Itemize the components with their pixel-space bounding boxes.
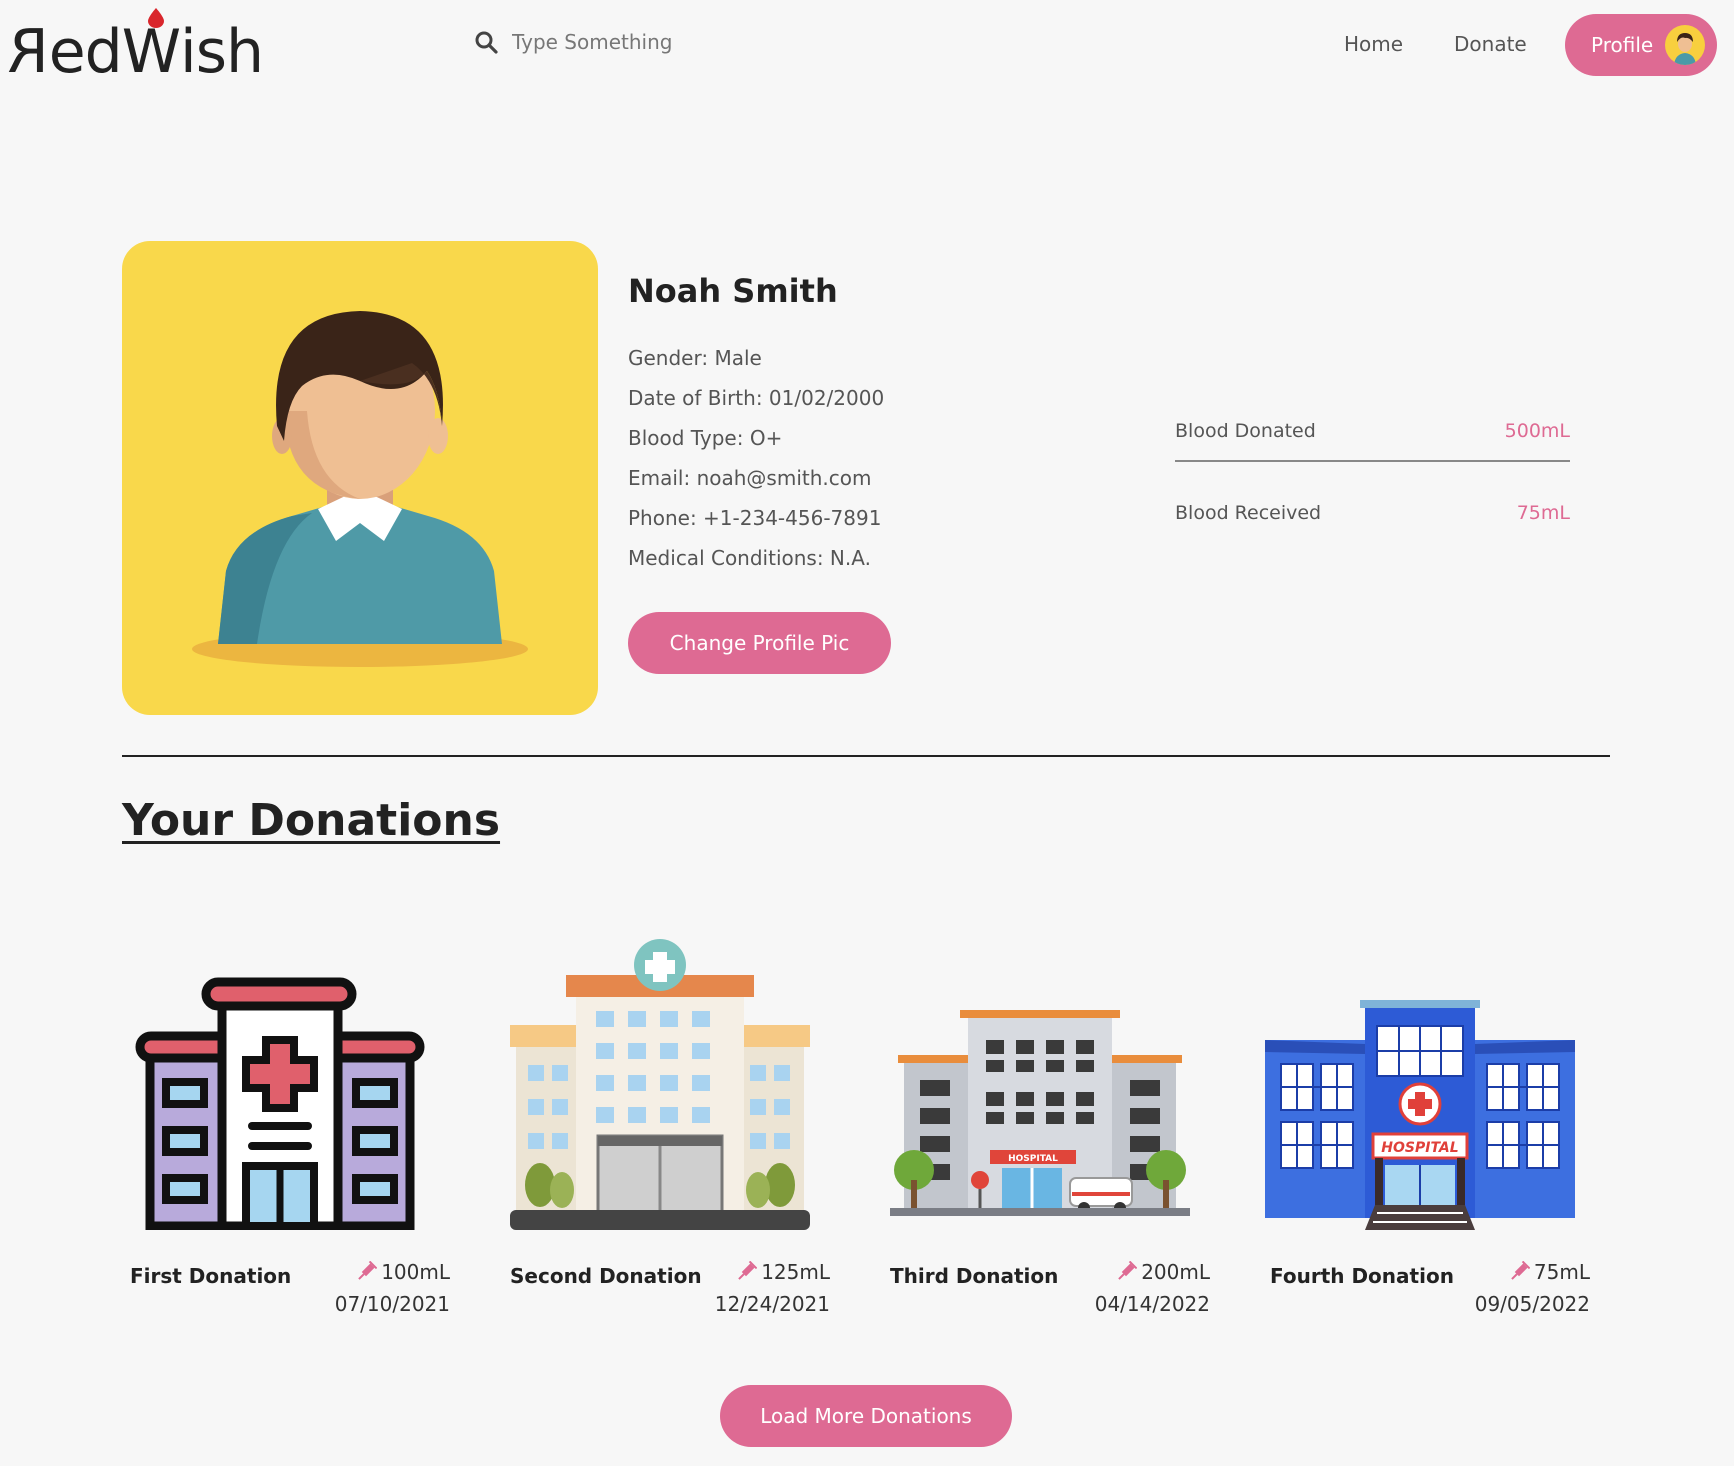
- logo-text-ish: ish: [180, 17, 264, 87]
- profile-blood-type: Blood Type: O+: [628, 426, 783, 450]
- user-avatar-illustration: [192, 311, 528, 667]
- syringe-icon: [1511, 1261, 1530, 1280]
- profile-medical-conditions: Medical Conditions: N.A.: [628, 546, 871, 570]
- blood-received-value: 75mL: [1516, 502, 1570, 524]
- nav-home-link[interactable]: Home: [1344, 32, 1403, 56]
- search-bar[interactable]: [474, 30, 772, 54]
- donation-amount-value: 125mL: [761, 1260, 830, 1284]
- blood-received-label: Blood Received: [1175, 502, 1322, 524]
- donation-amount-value: 75mL: [1533, 1260, 1590, 1284]
- section-divider: [122, 755, 1610, 757]
- blood-received-row: Blood Received 75mL: [1175, 502, 1570, 542]
- donations-section-title: Your Donations: [122, 795, 501, 846]
- search-input[interactable]: [512, 30, 772, 54]
- donation-date: 07/10/2021: [334, 1292, 450, 1316]
- donation-card[interactable]: First Donation 100mL 07/10/2021: [110, 930, 450, 1316]
- redwish-logo[interactable]: Red Wish: [8, 8, 264, 87]
- donation-amount-value: 100mL: [381, 1260, 450, 1284]
- hospital-ambulance-icon: HOSPITAL: [890, 1010, 1190, 1216]
- donation-date: 04/14/2022: [1094, 1292, 1210, 1316]
- donation-image: [490, 930, 830, 1230]
- donation-image: HOSPITAL: [1250, 930, 1590, 1230]
- donation-card[interactable]: Second Donation 125mL 12/24/2021: [490, 930, 830, 1316]
- hospital-outline-icon: [135, 977, 425, 1230]
- change-profile-pic-button[interactable]: Change Profile Pic: [628, 612, 891, 674]
- user-avatar-icon: [1674, 33, 1696, 65]
- blood-drop-icon: [147, 8, 164, 28]
- avatar: [1665, 25, 1705, 65]
- profile-name: Noah Smith: [628, 272, 838, 310]
- profile-gender: Gender: Male: [628, 346, 762, 370]
- donation-date: 09/05/2022: [1474, 1292, 1590, 1316]
- donation-card[interactable]: HOSPITAL Third Donation 200mL 04/14/2022: [870, 930, 1210, 1316]
- profile-button[interactable]: Profile: [1565, 14, 1717, 76]
- logo-letter-r: R: [8, 17, 49, 87]
- hospital-flat-icon: [510, 939, 810, 1230]
- profile-picture: [122, 241, 598, 715]
- donation-image: HOSPITAL: [870, 930, 1210, 1230]
- hospital-blue-icon: HOSPITAL: [1265, 1000, 1575, 1230]
- donation-amount: 75mL: [1508, 1260, 1590, 1284]
- syringe-icon: [738, 1261, 758, 1280]
- syringe-icon: [1118, 1261, 1138, 1280]
- blood-donated-value: 500mL: [1504, 420, 1570, 442]
- donation-amount: 125mL: [735, 1260, 830, 1284]
- donation-title: Second Donation: [510, 1264, 702, 1288]
- profile-details: Gender: Male Date of Birth: 01/02/2000 B…: [628, 344, 884, 584]
- nav-donate-link[interactable]: Donate: [1454, 32, 1527, 56]
- donation-amount: 100mL: [355, 1260, 450, 1284]
- blood-stats: Blood Donated 500mL Blood Received 75mL: [1175, 420, 1570, 542]
- stats-divider: [1175, 460, 1570, 462]
- donation-image: [110, 930, 450, 1230]
- blood-donated-row: Blood Donated 500mL: [1175, 420, 1570, 460]
- hospital-sign-text: HOSPITAL: [1008, 1154, 1058, 1164]
- load-more-donations-button[interactable]: Load More Donations: [720, 1385, 1012, 1447]
- profile-phone: Phone: +1-234-456-7891: [628, 506, 882, 530]
- profile-email: Email: noah@smith.com: [628, 466, 872, 490]
- donation-amount-value: 200mL: [1141, 1260, 1210, 1284]
- syringe-icon: [358, 1261, 378, 1280]
- donation-card[interactable]: HOSPITAL Fourth Donation 75mL 09/05/2022: [1250, 930, 1590, 1316]
- donation-title: Fourth Donation: [1270, 1264, 1454, 1288]
- hospital-sign-text: HOSPITAL: [1381, 1140, 1458, 1156]
- logo-text-ed: ed: [48, 17, 123, 87]
- profile-button-label: Profile: [1591, 33, 1654, 57]
- donation-title: First Donation: [130, 1264, 292, 1288]
- donation-date: 12/24/2021: [714, 1292, 830, 1316]
- donation-amount: 200mL: [1115, 1260, 1210, 1284]
- blood-donated-label: Blood Donated: [1175, 420, 1316, 442]
- logo-letter-w-wrap: W: [122, 8, 181, 82]
- profile-dob: Date of Birth: 01/02/2000: [628, 386, 885, 410]
- donation-title: Third Donation: [890, 1264, 1059, 1288]
- search-icon: [475, 31, 498, 54]
